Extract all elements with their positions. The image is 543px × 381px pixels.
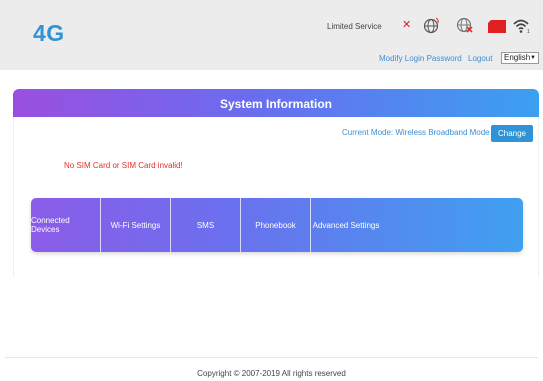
current-mode-text: Current Mode: Wireless Broadband Mode xyxy=(342,128,490,137)
globe-disconnected-icon xyxy=(456,17,473,33)
change-mode-button[interactable]: Change xyxy=(491,125,533,142)
globe-network-icon xyxy=(423,17,439,34)
modify-password-link[interactable]: Modify Login Password xyxy=(379,54,462,63)
menu-sms[interactable]: SMS xyxy=(171,198,241,252)
language-select[interactable]: English ▼ xyxy=(501,52,539,64)
wifi-signal-icon: 1 xyxy=(513,19,530,34)
menu-wifi-settings[interactable]: Wi-Fi Settings xyxy=(101,198,171,252)
header-bar: 4G Limited Service ✕ 1 Modify Login Pass… xyxy=(0,0,543,70)
svg-text:1: 1 xyxy=(527,29,530,34)
menu-phonebook[interactable]: Phonebook xyxy=(241,198,311,252)
sim-card-icon xyxy=(488,20,506,33)
service-status: Limited Service xyxy=(327,22,382,31)
menu-connected-devices[interactable]: Connected Devices xyxy=(31,198,101,252)
footer-copyright: Copyright © 2007-2019 All rights reserve… xyxy=(197,369,346,378)
system-info-banner: System Information xyxy=(13,89,539,117)
logo-4g: 4G xyxy=(33,20,65,46)
language-value: English xyxy=(504,53,531,62)
system-info-title: System Information xyxy=(219,97,333,111)
footer-divider xyxy=(5,357,538,358)
menu-advanced-settings[interactable]: Advanced Settings xyxy=(311,198,381,252)
sim-error-message: No SIM Card or SIM Card invalid! xyxy=(64,161,183,170)
no-sim-x-icon: ✕ xyxy=(402,19,412,31)
main-menu: Connected Devices Wi-Fi Settings SMS Pho… xyxy=(31,198,523,252)
logout-link[interactable]: Logout xyxy=(468,54,492,63)
system-info-panel xyxy=(13,117,539,277)
chevron-down-icon: ▼ xyxy=(530,55,536,61)
